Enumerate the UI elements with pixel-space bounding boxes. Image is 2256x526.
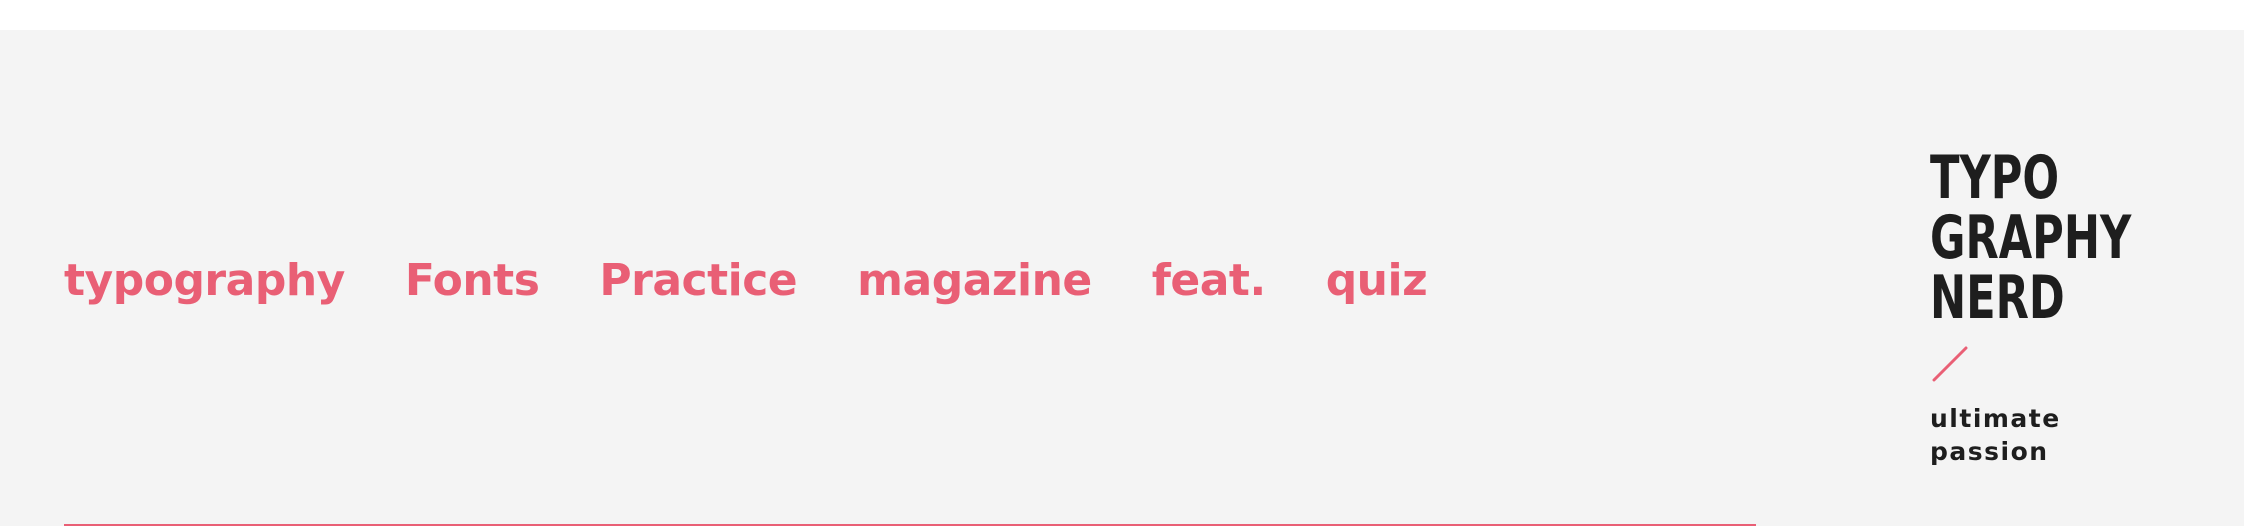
brand-logo-link[interactable]: TYPO GRAPHY NERD ultimate passion <box>1930 148 2170 468</box>
tagline-line-ultimate: ultimate <box>1930 404 2061 433</box>
logo-line-nerd: NERD <box>1930 263 2065 333</box>
page: typography Fonts Practice magazine feat.… <box>0 0 2256 526</box>
logo-line-graphy: GRAPHY <box>1930 203 2132 273</box>
nav-link-fonts[interactable]: Fonts <box>405 254 540 308</box>
slash-icon <box>1932 346 1968 382</box>
nav-link-feat[interactable]: feat. <box>1152 254 1266 308</box>
nav-link-magazine[interactable]: magazine <box>857 254 1092 308</box>
tagline-line-passion: passion <box>1930 437 2049 466</box>
main-navigation: typography Fonts Practice magazine feat.… <box>64 254 1428 308</box>
nav-link-practice[interactable]: Practice <box>599 254 797 308</box>
logo-line-typo: TYPO <box>1930 143 2060 213</box>
nav-link-quiz[interactable]: quiz <box>1326 254 1428 308</box>
nav-link-typography[interactable]: typography <box>64 254 345 308</box>
tagline: ultimate passion <box>1930 402 2170 468</box>
